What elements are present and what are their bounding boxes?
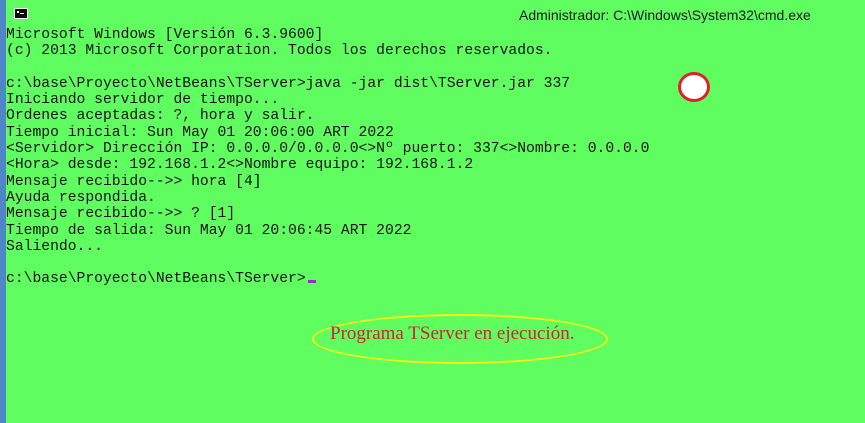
prompt-text: c:\base\Proyecto\NetBeans\TServer> xyxy=(6,271,306,288)
title-bar[interactable]: Administrador: C:\Windows\System32\cmd.e… xyxy=(6,0,865,30)
console-line: (c) 2013 Microsoft Corporation. Todos lo… xyxy=(6,43,553,60)
console-line: Mensaje recibido-->> hora [4] xyxy=(6,173,262,190)
console-line: Mensaje recibido-->> ? [1] xyxy=(6,206,236,223)
console-line: Ayuda respondida. xyxy=(6,189,156,206)
console-line: Saliendo... xyxy=(6,238,103,255)
console-line: <Servidor> Dirección IP: 0.0.0.0/0.0.0.0… xyxy=(6,141,650,158)
console-line: Tiempo de salida: Sun May 01 20:06:45 AR… xyxy=(6,222,412,239)
console-line: <Hora> desde: 192.168.1.2<>Nombre equipo… xyxy=(6,157,474,174)
annotation-label: Programa TServer en ejecución. xyxy=(330,323,575,344)
console-line: Ordenes aceptadas: ?, hora y salir. xyxy=(6,108,315,125)
highlight-circle xyxy=(678,72,710,102)
console-line: Microsoft Windows [Versión 6.3.9600] xyxy=(6,27,324,43)
cmd-window: Administrador: C:\Windows\System32\cmd.e… xyxy=(0,0,865,423)
console-line: c:\base\Proyecto\NetBeans\TServer>java -… xyxy=(6,75,571,92)
window-title: Administrador: C:\Windows\System32\cmd.e… xyxy=(519,7,811,23)
prompt-line[interactable]: c:\base\Proyecto\NetBeans\TServer> xyxy=(6,271,865,287)
cmd-icon[interactable] xyxy=(14,8,28,19)
console-line: Tiempo inicial: Sun May 01 20:06:00 ART … xyxy=(6,124,394,141)
console-output[interactable]: Microsoft Windows [Versión 6.3.9600] (c)… xyxy=(6,27,865,291)
text-cursor xyxy=(307,280,316,284)
console-line: Iniciando servidor de tiempo... xyxy=(6,92,280,109)
